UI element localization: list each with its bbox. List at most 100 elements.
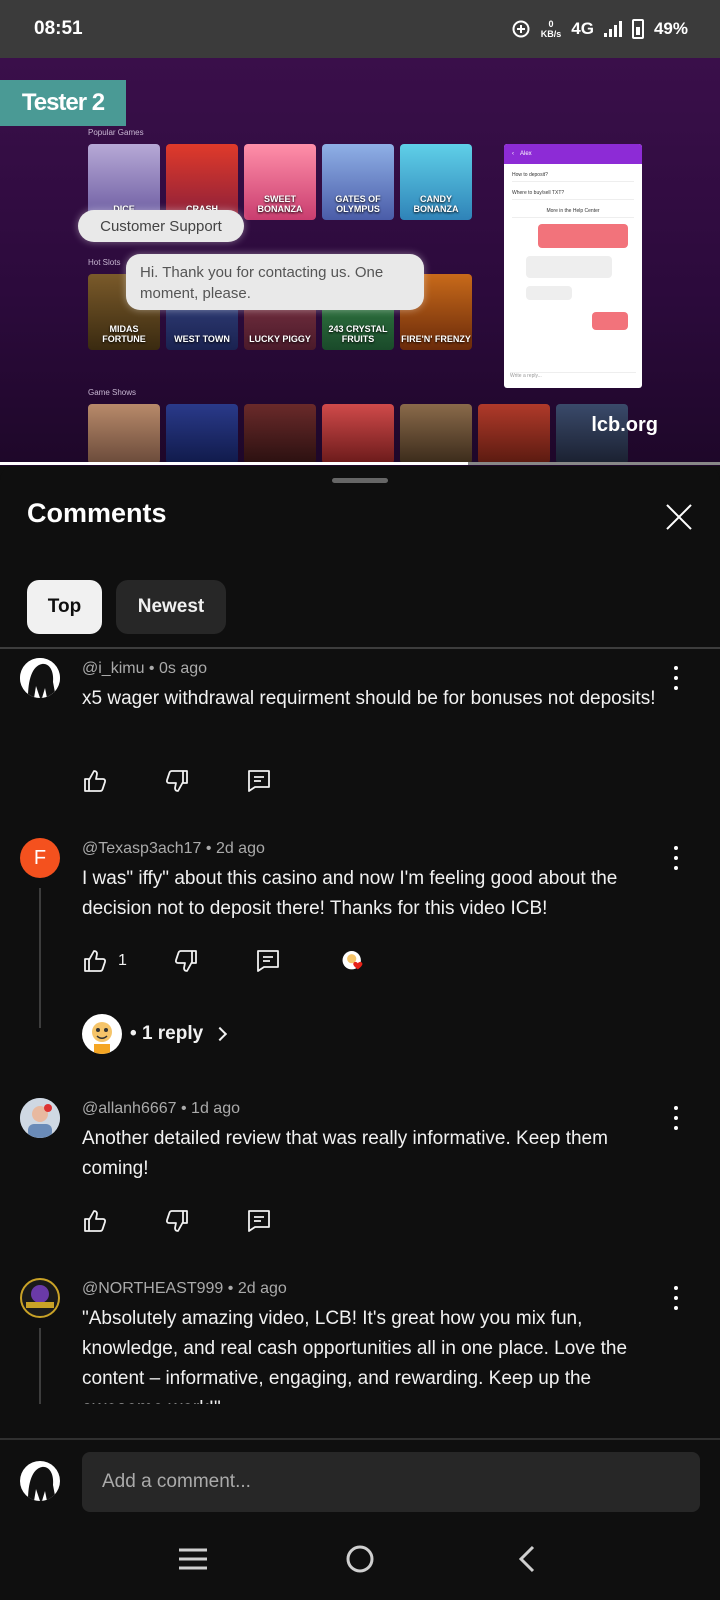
reply-icon[interactable] (246, 1208, 272, 1234)
close-icon[interactable] (664, 502, 694, 532)
chat-message-agent (526, 256, 612, 278)
like-icon[interactable] (82, 948, 108, 974)
more-options-icon[interactable] (668, 1286, 684, 1310)
more-options-icon[interactable] (668, 1106, 684, 1130)
comment-author[interactable]: @NORTHEAST999 (82, 1280, 223, 1297)
replies-count: • 1 reply (130, 1023, 204, 1044)
reply-avatar (82, 1014, 122, 1054)
compose-bar (0, 1438, 720, 1518)
comment-time: 2d ago (237, 1280, 287, 1297)
comment-author[interactable]: @allanh6667 (82, 1100, 177, 1117)
reply-icon[interactable] (255, 948, 281, 974)
chat-header: ‹ Alex (504, 144, 642, 164)
avatar[interactable] (20, 1098, 60, 1138)
chat-widget: ‹ Alex How to deposit? Where to buy/sell… (504, 144, 642, 388)
signal-icon (603, 21, 622, 37)
tile-show-6 (478, 404, 550, 464)
sheet-divider (0, 647, 720, 649)
battery-icon (631, 19, 644, 39)
tile-show-4 (322, 404, 394, 464)
avatar[interactable] (20, 1278, 60, 1318)
video-progress-bar[interactable] (0, 462, 720, 465)
like-icon[interactable] (82, 768, 108, 794)
chat-back-icon: ‹ (512, 151, 514, 157)
comment-actions (82, 766, 272, 796)
my-avatar (20, 1461, 60, 1501)
comment-time: 1d ago (191, 1100, 240, 1117)
dislike-icon[interactable] (164, 1208, 190, 1234)
game-shows-row (88, 404, 628, 464)
chat-option-deposit: How to deposit? (512, 168, 634, 182)
tile-show-1 (88, 404, 160, 464)
tile-show-3 (244, 404, 316, 464)
chat-message-user-2 (592, 312, 628, 330)
user-photo-icon (20, 1098, 60, 1138)
video-watermark: lcb.org (591, 414, 658, 436)
comment-text: x5 wager withdrawal requirment should be… (82, 688, 656, 709)
dislike-icon[interactable] (164, 768, 190, 794)
comment-author[interactable]: @Texasp3ach17 (82, 840, 201, 857)
network-speed-unit: KB/s (540, 29, 562, 39)
like-count: 1 (118, 952, 127, 969)
tile-dice: DICE (88, 144, 160, 220)
tile-candy-bonanza: CANDY BONANZA (400, 144, 472, 220)
comment-text: "Absolutely amazing video, LCB! It's gre… (82, 1308, 628, 1404)
comment-meta: @Texasp3ach17 • 2d ago (82, 840, 265, 857)
comment-actions (82, 1206, 272, 1236)
section-popular-games: Popular Games (88, 128, 144, 137)
chat-option-buy-sell: Where to buy/sell TXT? (512, 186, 634, 200)
video-progress-fill (0, 462, 468, 465)
drag-handle[interactable] (332, 478, 388, 483)
comment-meta: @i_kimu • 0s ago (82, 660, 208, 677)
support-message-bubble: Hi. Thank you for contacting us. One mom… (126, 254, 424, 310)
hooded-figure-icon (20, 658, 60, 698)
comment-actions: 1 (82, 946, 371, 976)
reply-icon[interactable] (246, 768, 272, 794)
network-speed-value: 0 (548, 19, 554, 29)
status-icons: 0 KB/s 4G 49% (511, 19, 688, 39)
chat-message-agent-2 (526, 286, 572, 300)
avatar[interactable]: F (20, 838, 60, 878)
more-options-icon[interactable] (668, 666, 684, 690)
like-icon[interactable] (82, 1208, 108, 1234)
network-speed: 0 KB/s (541, 19, 562, 39)
comment-author[interactable]: @i_kimu (82, 660, 144, 677)
comment-text: Another detailed review that was really … (82, 1128, 608, 1179)
section-game-shows: Game Shows (88, 388, 137, 397)
tile-sweet-bonanza: SWEET BONANZA (244, 144, 316, 220)
back-icon[interactable] (507, 1539, 547, 1579)
avatar[interactable] (20, 658, 60, 698)
tile-show-2 (166, 404, 238, 464)
comment-meta: @NORTHEAST999 • 2d ago (82, 1280, 287, 1297)
popular-games-row: DICE CRASH SWEET BONANZA GATES OF OLYMPU… (88, 144, 472, 220)
chat-agent-name: Alex (520, 151, 532, 157)
comment-item: @NORTHEAST999 • 2d ago "Absolutely amazi… (0, 1274, 720, 1404)
recent-apps-icon[interactable] (173, 1539, 213, 1579)
tile-gates-of-olympus: GATES OF OLYMPUS (322, 144, 394, 220)
view-replies-button[interactable]: • 1 reply (82, 1014, 228, 1054)
network-type: 4G (571, 19, 594, 38)
video-player[interactable]: Tester 2 Popular Games DICE CRASH SWEET … (0, 58, 720, 466)
comment-meta: @allanh6667 • 1d ago (82, 1100, 240, 1117)
channel-logo-icon (26, 1285, 54, 1308)
battery-percent: 49% (653, 19, 688, 38)
more-options-icon[interactable] (668, 846, 684, 870)
add-comment-input[interactable] (82, 1452, 700, 1512)
thread-line (39, 888, 41, 1028)
comment-text: I was" iffy" about this casino and now I… (82, 868, 618, 919)
chat-option-help-center: More in the Help Center (512, 204, 634, 218)
status-bar: 08:51 0 KB/s 4G 49% (0, 0, 720, 58)
tile-crash: CRASH (166, 144, 238, 220)
filter-top-chip[interactable]: Top (27, 580, 102, 634)
home-icon[interactable] (340, 1539, 380, 1579)
chevron-right-icon (213, 1026, 228, 1042)
section-hot-slots: Hot Slots (88, 258, 121, 267)
system-nav-bar (0, 1518, 720, 1600)
filter-newest-chip[interactable]: Newest (116, 580, 226, 634)
comment-time: 0s ago (158, 660, 208, 677)
creator-heart-icon (337, 946, 371, 976)
chat-input: Write a reply... (510, 372, 636, 384)
dislike-icon[interactable] (173, 948, 199, 974)
tester-tag: Tester 2 (0, 80, 126, 126)
data-saver-icon (512, 20, 530, 38)
